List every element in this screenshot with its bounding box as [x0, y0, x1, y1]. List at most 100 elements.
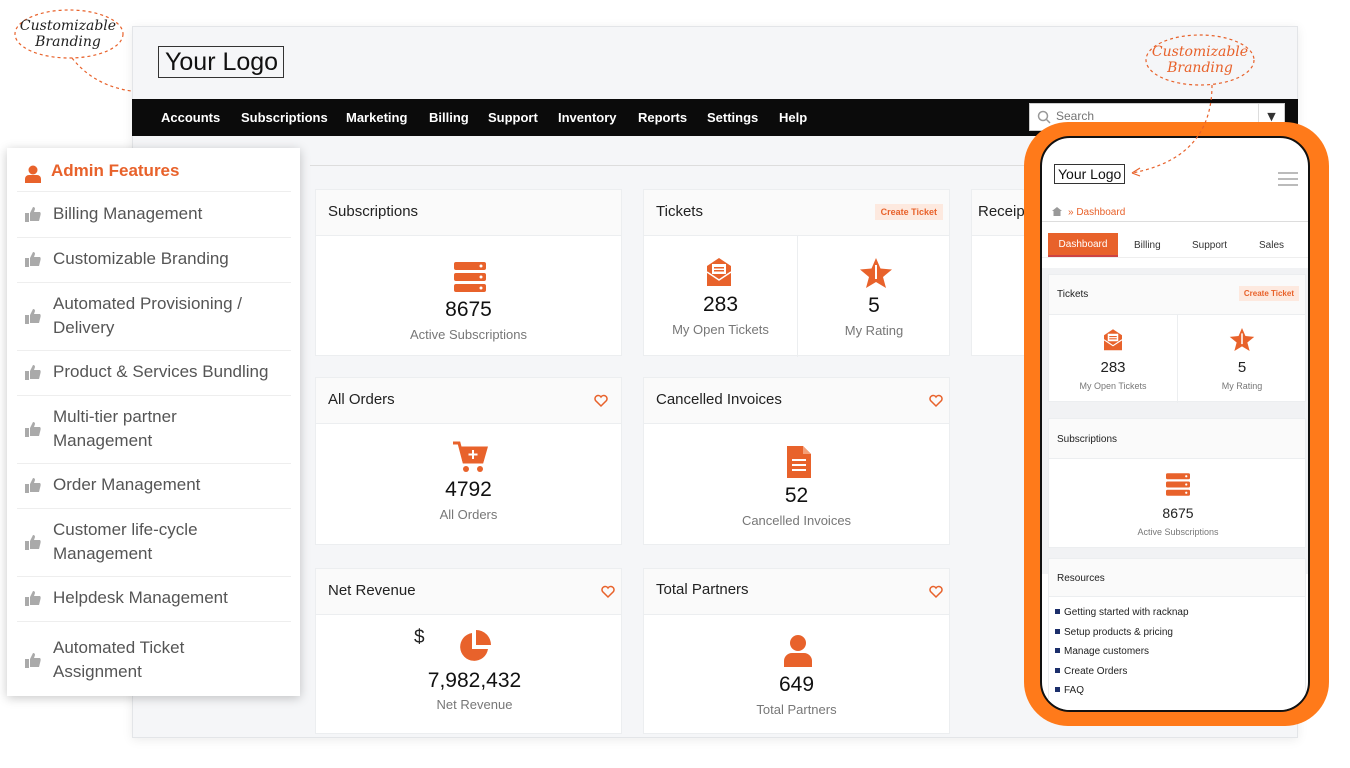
card-title: Total Partners: [644, 569, 949, 615]
nav-help[interactable]: Help: [779, 110, 807, 125]
card-title: Subscriptions: [1057, 434, 1118, 445]
feature-item: Customer life-cycle Management: [17, 509, 291, 577]
server-icon: [1166, 473, 1190, 496]
feature-label: Customizable Branding: [53, 249, 229, 268]
feature-item: Helpdesk Management: [17, 577, 291, 622]
feature-item: Order Management: [17, 464, 291, 509]
feature-label: Multi-tier partner Management: [53, 407, 177, 450]
home-icon[interactable]: [1052, 207, 1062, 216]
tab-sales[interactable]: Sales: [1259, 240, 1284, 251]
thumbs-up-icon: [25, 365, 41, 380]
orders-count: 4792: [445, 478, 492, 501]
resource-link[interactable]: Create Orders: [1055, 666, 1189, 686]
feature-label: Automated Provisioning / Delivery: [53, 294, 242, 337]
cancelled-invoices-card: Cancelled Invoices 52 Cancelled Invoices: [643, 377, 950, 545]
subscriptions-label: Active Subscriptions: [409, 327, 528, 342]
net-revenue-card: Net Revenue $ 7,982,432 Net Revenue: [315, 568, 622, 734]
ticket-envelope-icon: [706, 258, 732, 286]
open-tickets-count: 283: [1100, 359, 1126, 376]
thumbs-up-icon: [25, 252, 41, 267]
feature-label: Automated Ticket Assignment: [53, 638, 185, 681]
card-title: Cancelled Invoices: [644, 378, 949, 424]
card-title: Subscriptions: [316, 190, 621, 236]
star-icon: [860, 258, 892, 288]
nav-inventory[interactable]: Inventory: [558, 110, 617, 125]
resource-link[interactable]: Getting started with racknap: [1055, 607, 1189, 627]
feature-label: Order Management: [53, 475, 201, 494]
net-revenue-label: Net Revenue: [436, 697, 513, 712]
thumbs-up-icon: [25, 591, 41, 606]
feature-label: Billing Management: [53, 204, 203, 223]
phone-breadcrumb: » Dashboard: [1042, 202, 1308, 222]
thumbs-up-icon: [25, 535, 41, 550]
card-title: Tickets: [1057, 289, 1089, 300]
tickets-card: Tickets Create Ticket 283 My Open Ticket…: [643, 189, 950, 357]
total-partners-card: Total Partners 649 Total Partners: [643, 568, 950, 734]
card-title: Net Revenue: [316, 569, 621, 615]
phone-screen: Your Logo » Dashboard Dashboard Billing …: [1040, 136, 1310, 712]
hamburger-menu-icon[interactable]: [1278, 172, 1298, 186]
create-ticket-button[interactable]: Create Ticket: [1238, 286, 1299, 301]
heart-icon[interactable]: [594, 394, 608, 408]
feature-label: Customer life-cycle Management: [53, 520, 198, 563]
feature-item: Billing Management: [17, 193, 291, 238]
open-tickets-label: My Open Tickets: [672, 322, 769, 337]
create-ticket-button[interactable]: Create Ticket: [874, 204, 943, 220]
phone-tickets-card: Tickets Create Ticket 283 My Open Ticket…: [1048, 274, 1306, 403]
nav-billing[interactable]: Billing: [429, 110, 469, 125]
resources-list: Getting started with racknap Setup produ…: [1055, 607, 1189, 705]
ticket-envelope-icon: [1103, 329, 1123, 351]
cancelled-invoices-label: Cancelled Invoices: [741, 513, 852, 528]
breadcrumb: [310, 148, 1030, 166]
thumbs-up-icon: [25, 422, 41, 437]
resource-link[interactable]: Manage customers: [1055, 646, 1189, 666]
open-tickets-label: My Open Tickets: [1079, 381, 1147, 391]
net-revenue-value: 7,982,432: [427, 669, 522, 692]
feature-label: Helpdesk Management: [53, 588, 228, 607]
card-header: Tickets Create Ticket: [1049, 275, 1305, 315]
phone-resources-card: Resources Getting started with racknap S…: [1048, 558, 1306, 710]
nav-reports[interactable]: Reports: [638, 110, 687, 125]
feature-item: Multi-tier partner Management: [17, 396, 291, 464]
nav-support[interactable]: Support: [488, 110, 538, 125]
resource-link[interactable]: FAQ: [1055, 685, 1189, 705]
annotation-text: Customizable Branding: [19, 18, 117, 50]
tab-support[interactable]: Support: [1192, 240, 1227, 251]
rating-label: My Rating: [844, 323, 904, 338]
nav-accounts[interactable]: Accounts: [161, 110, 220, 125]
thumbs-up-icon: [25, 653, 41, 668]
card-title: All Orders: [316, 378, 621, 424]
resource-link[interactable]: Setup products & pricing: [1055, 627, 1189, 647]
subscriptions-count: 8675: [445, 298, 492, 321]
thumbs-up-icon: [25, 309, 41, 324]
phone-subscriptions-card: Subscriptions 8675 Active Subscriptions: [1048, 418, 1306, 548]
thumbs-up-icon: [25, 478, 41, 493]
user-icon: [784, 635, 812, 667]
feature-item: Product & Services Bundling: [17, 351, 291, 396]
tab-billing[interactable]: Billing: [1134, 240, 1161, 251]
rating-label: My Rating: [1221, 381, 1263, 391]
nav-subscriptions[interactable]: Subscriptions: [241, 110, 328, 125]
nav-settings[interactable]: Settings: [707, 110, 758, 125]
rating-value: 5: [1237, 359, 1247, 376]
cart-icon: [453, 441, 488, 472]
heart-icon[interactable]: [929, 394, 943, 408]
nav-marketing[interactable]: Marketing: [346, 110, 407, 125]
orders-label: All Orders: [439, 507, 498, 522]
card-header: Subscriptions: [1049, 419, 1305, 459]
heart-icon[interactable]: [929, 585, 943, 599]
phone-logo: Your Logo: [1054, 164, 1126, 184]
tab-dashboard[interactable]: Dashboard: [1048, 233, 1118, 257]
pie-chart-icon: [460, 630, 491, 661]
card-title: Resources: [1057, 573, 1105, 584]
subscriptions-label: Active Subscriptions: [1137, 527, 1219, 537]
star-icon: [1229, 328, 1255, 351]
feature-label: Product & Services Bundling: [53, 362, 269, 381]
feature-item: Automated Provisioning / Delivery: [17, 283, 291, 351]
rating-value: 5: [868, 294, 880, 317]
cancelled-invoices-count: 52: [784, 484, 809, 507]
heart-icon[interactable]: [601, 585, 615, 599]
partners-label: Total Partners: [756, 702, 837, 717]
breadcrumb-dashboard[interactable]: » Dashboard: [1068, 207, 1125, 218]
currency-symbol: $: [414, 627, 425, 648]
